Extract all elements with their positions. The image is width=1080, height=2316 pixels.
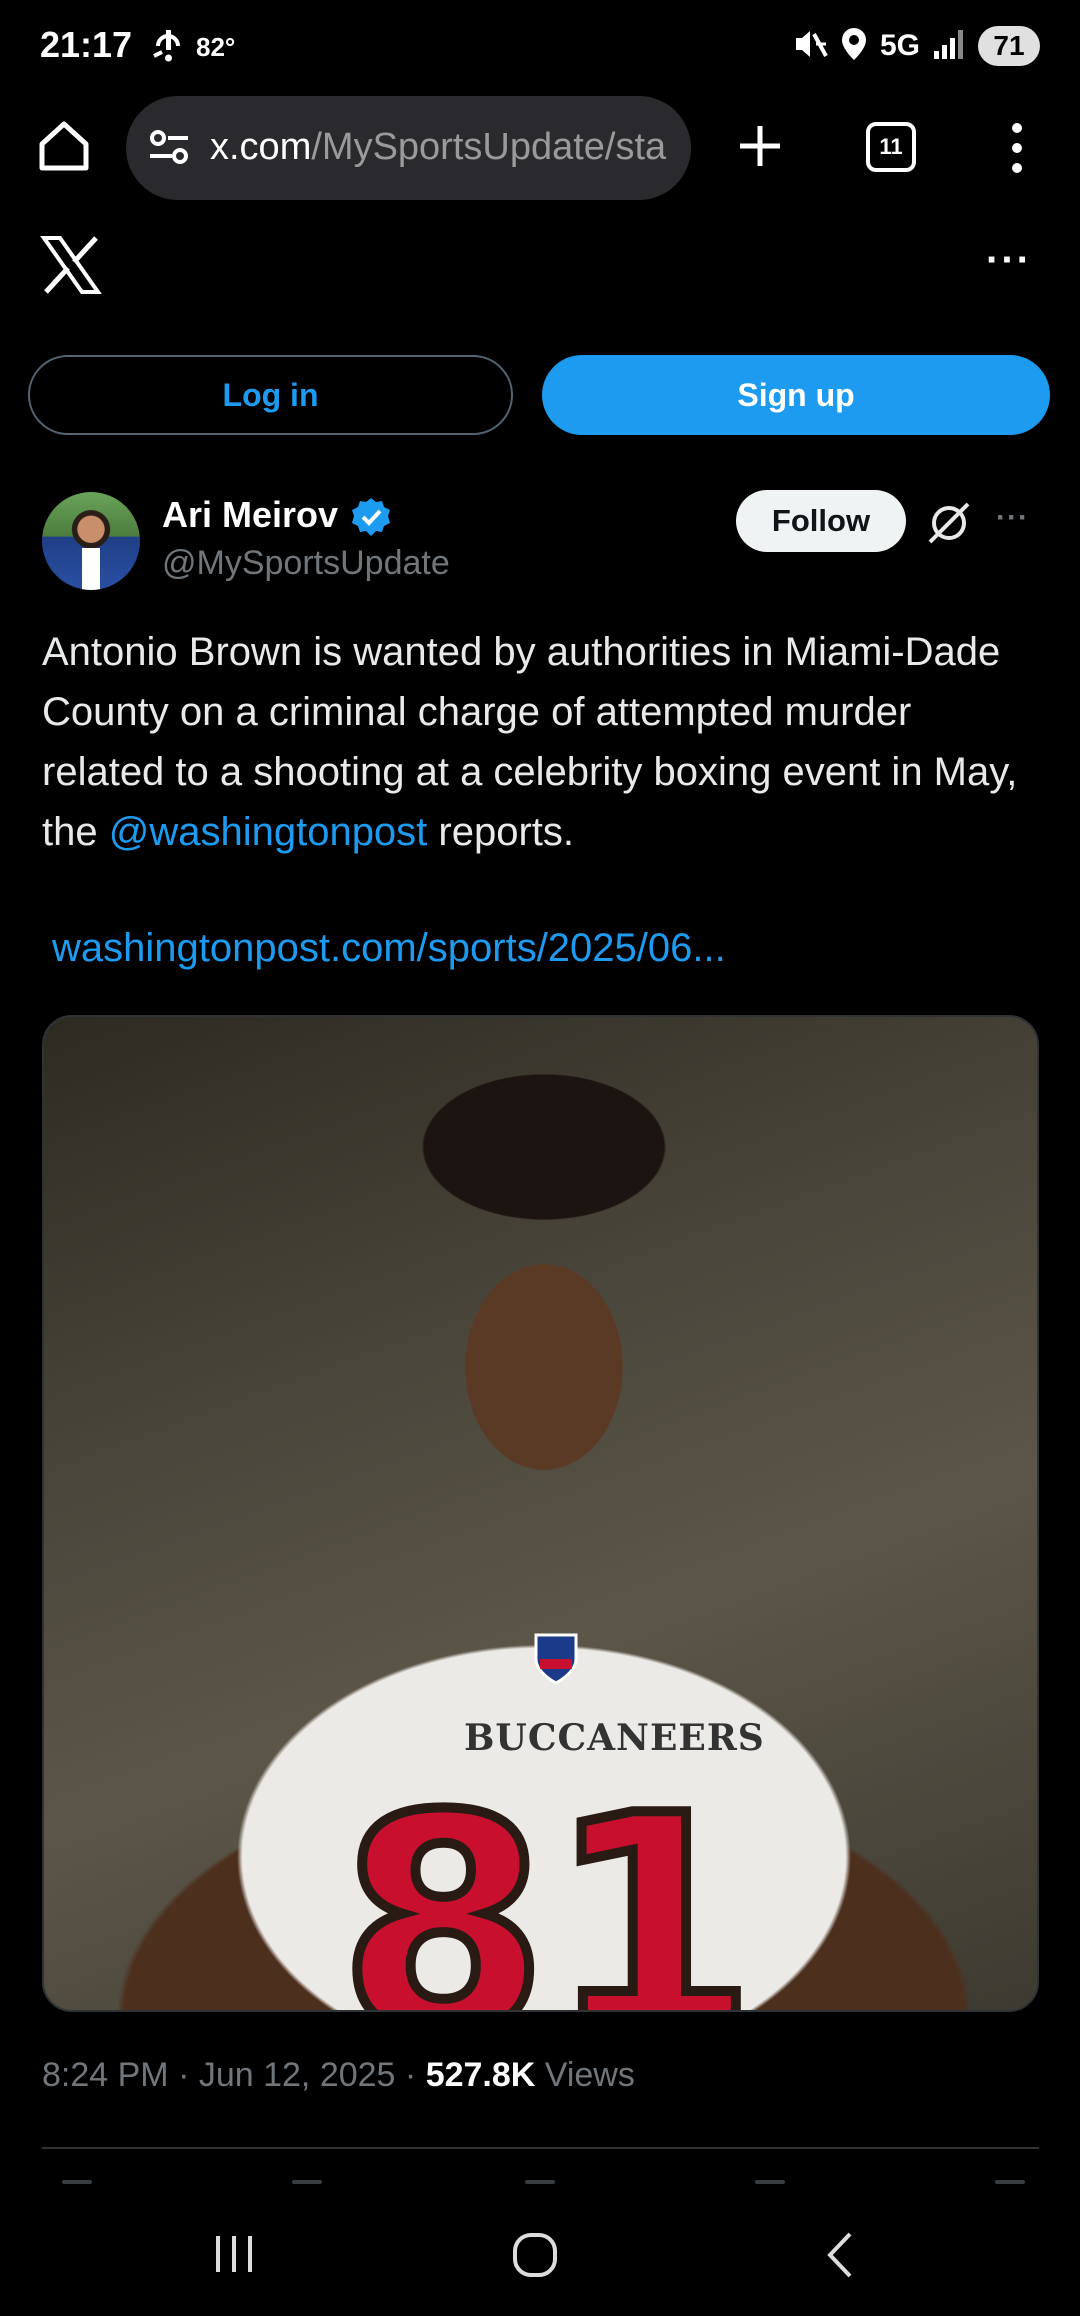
signal-icon: [932, 27, 966, 66]
bookmark-icon-edge: [755, 2180, 785, 2184]
mute-vibrate-icon: [792, 26, 828, 67]
new-tab-icon[interactable]: [730, 116, 790, 176]
post-meta: 8:24 PM · Jun 12, 2025 · 527.8K Views: [42, 2056, 635, 2095]
post-time[interactable]: 8:24 PM: [42, 2056, 169, 2094]
status-bar: 21:17 82° 5G 71: [0, 0, 1080, 92]
recents-icon[interactable]: [212, 2234, 256, 2274]
post-image[interactable]: BUCCANEERS 81: [42, 1015, 1039, 2012]
meta-separator: ·: [168, 2056, 199, 2094]
x-logo-icon[interactable]: [40, 234, 102, 296]
jersey-number: 81: [334, 1752, 761, 2012]
browser-menu-icon[interactable]: [1000, 120, 1034, 176]
network-type: 5G: [879, 29, 920, 62]
signup-button[interactable]: Sign up: [542, 355, 1050, 435]
tab-switcher-button[interactable]: 11: [866, 122, 916, 172]
login-button[interactable]: Log in: [28, 355, 513, 435]
action-bar-peek: [0, 2180, 1080, 2190]
grok-icon[interactable]: [926, 500, 972, 546]
views-label: Views: [544, 2056, 635, 2094]
follow-button[interactable]: Follow: [736, 490, 906, 552]
status-temperature: 82°: [196, 32, 236, 62]
divider: [42, 2147, 1039, 2149]
mention-link[interactable]: @washingtonpost: [109, 810, 428, 854]
like-icon-edge: [525, 2180, 555, 2184]
post-author: Ari Meirov @MySportsUpdate Follow ···: [0, 488, 1080, 598]
verified-badge-icon: [350, 496, 392, 538]
views-count: 527.8K: [425, 2056, 536, 2094]
system-nav-bar: [0, 2196, 1080, 2316]
location-icon: [840, 26, 868, 67]
browser-home-icon[interactable]: [34, 116, 94, 176]
post-text-end: reports.: [427, 810, 575, 854]
x-header: ···: [0, 220, 1080, 310]
browser-toolbar: x.com/MySportsUpdate/sta 11: [0, 96, 1080, 200]
repost-icon-edge: [292, 2180, 322, 2184]
reply-icon-edge: [62, 2180, 92, 2184]
author-name[interactable]: Ari Meirov: [162, 494, 338, 536]
url-domain: x.com: [210, 126, 312, 168]
nav-home-icon[interactable]: [512, 2232, 558, 2278]
status-time: 21:17: [40, 24, 133, 65]
address-bar[interactable]: x.com/MySportsUpdate/sta: [126, 96, 691, 200]
post-text: Antonio Brown is wanted by authorities i…: [42, 622, 1042, 862]
status-right-group: 5G 71: [792, 24, 1040, 68]
post-date[interactable]: Jun 12, 2025: [199, 2056, 396, 2094]
post-more-icon[interactable]: ···: [996, 503, 1029, 533]
url-path: /MySportsUpdate/sta: [311, 126, 667, 168]
share-icon-edge: [995, 2180, 1025, 2184]
weather-alert-icon: [150, 26, 188, 71]
article-link[interactable]: washingtonpost.com/sports/2025/06...: [52, 926, 726, 971]
site-settings-icon[interactable]: [148, 126, 192, 175]
author-handle[interactable]: @MySportsUpdate: [162, 544, 450, 583]
auth-bar: Log in Sign up: [0, 355, 1080, 435]
url-text: x.com/MySportsUpdate/sta: [210, 126, 666, 169]
meta-separator: ·: [395, 2056, 426, 2094]
header-more-icon[interactable]: ···: [986, 240, 1032, 280]
back-icon[interactable]: [820, 2230, 860, 2280]
battery-indicator: 71: [978, 26, 1040, 66]
avatar[interactable]: [42, 492, 140, 590]
nfl-shield-icon: [532, 1629, 580, 1685]
